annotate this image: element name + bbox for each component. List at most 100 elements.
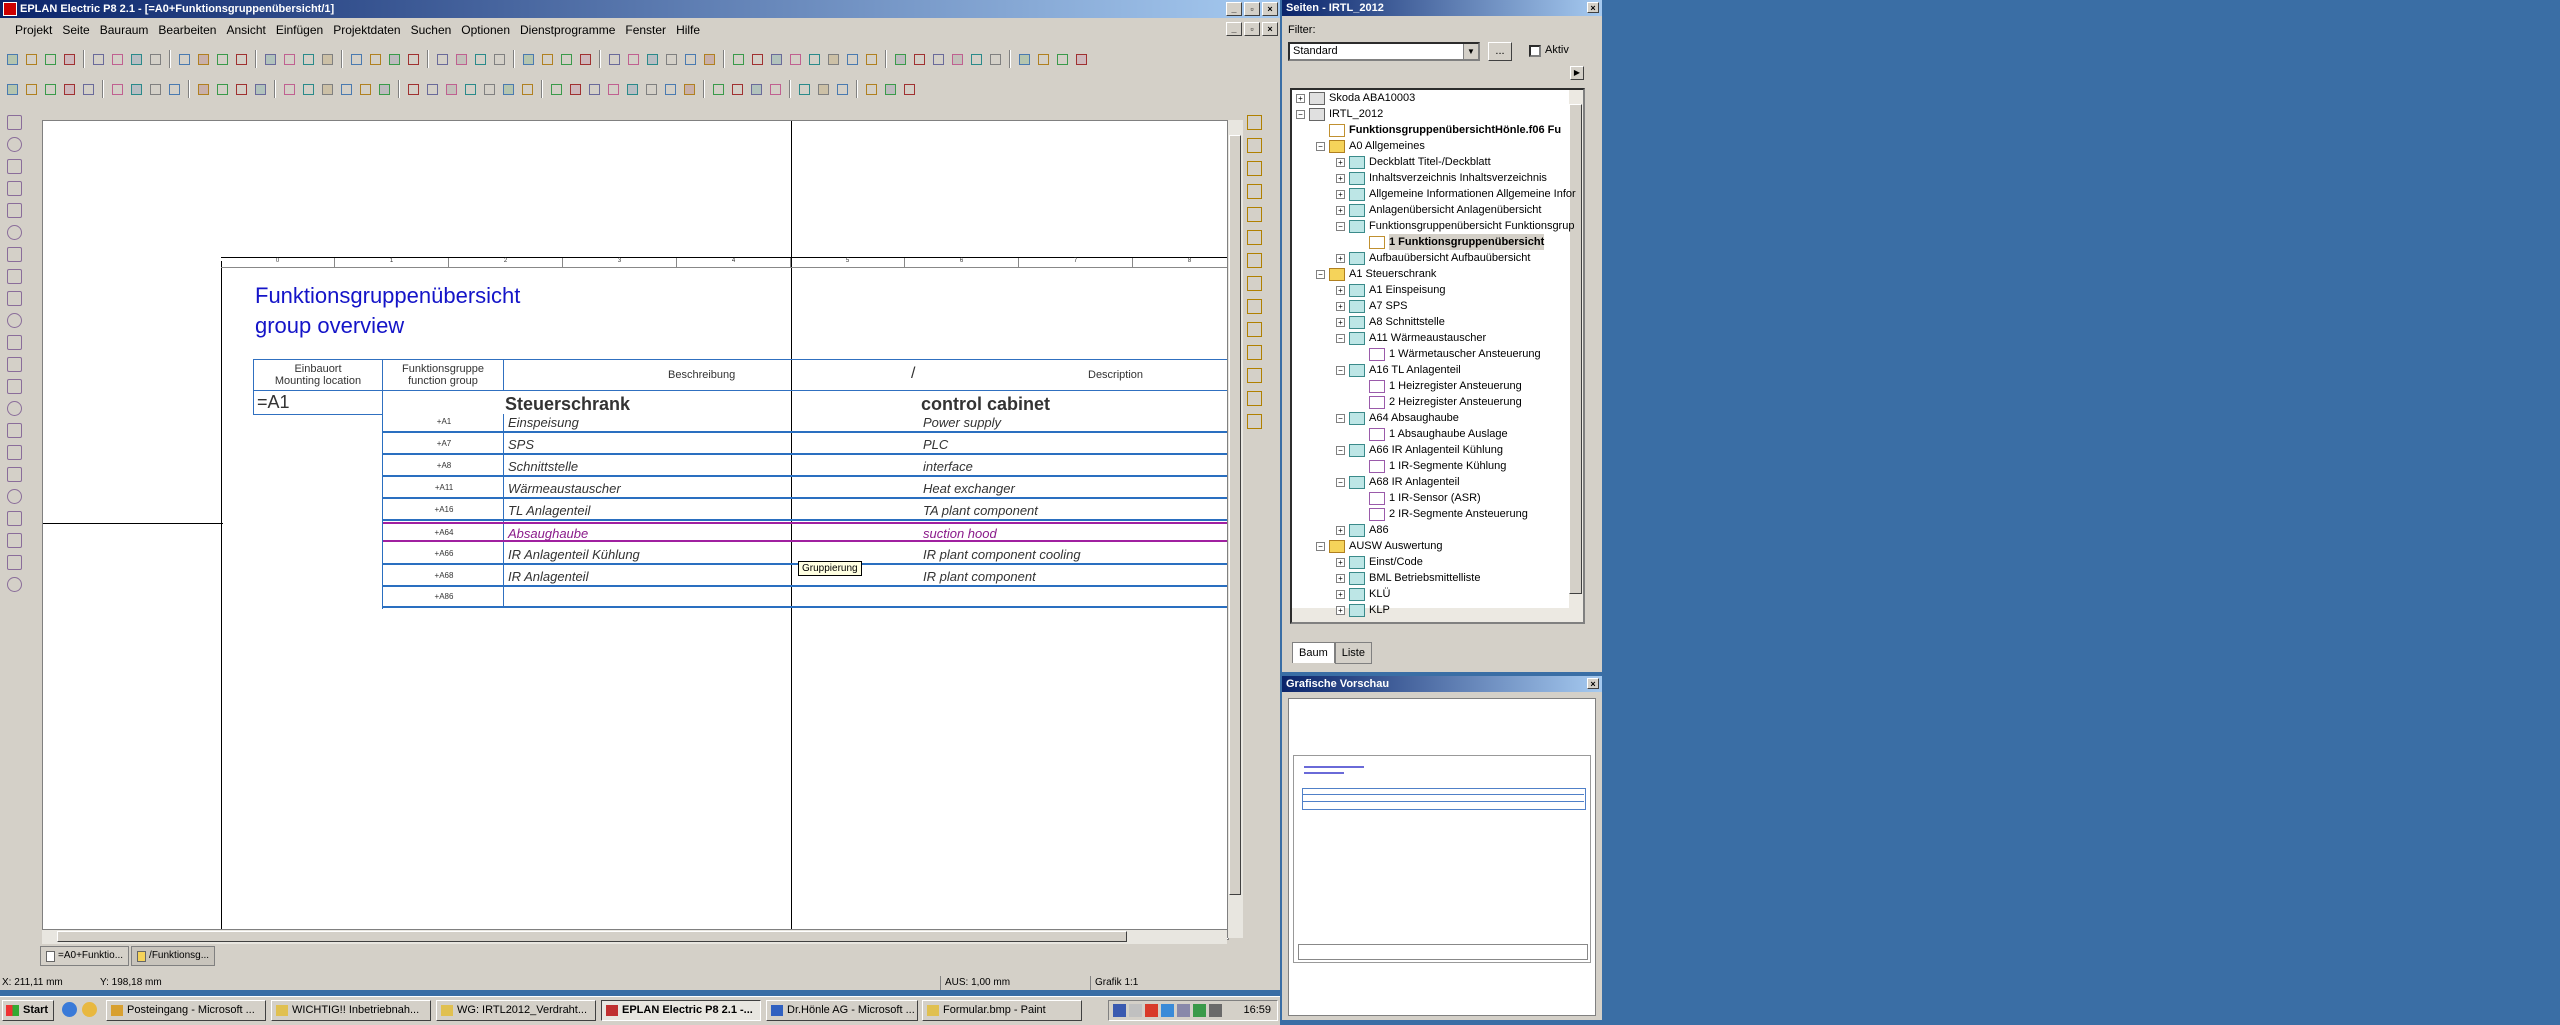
tree-node[interactable]: + Skoda ABA10003 [1296, 90, 1415, 106]
outlook-quicklaunch-icon[interactable] [82, 1002, 97, 1017]
standard-tool-icon[interactable] [434, 51, 451, 68]
edit-tool-icon[interactable] [109, 81, 126, 98]
draw-tool-icon[interactable] [6, 159, 22, 174]
tree-node[interactable]: + Aufbauübersicht Aufbauübersicht [1336, 250, 1530, 266]
standard-tool-icon[interactable] [682, 51, 699, 68]
tree-node[interactable]: 1 IR-Sensor (ASR) [1356, 490, 1481, 506]
tray-icon[interactable] [1161, 1004, 1174, 1017]
edit-tool-icon[interactable] [605, 81, 622, 98]
standard-tool-icon[interactable] [911, 51, 928, 68]
minimize-button[interactable]: _ [1226, 2, 1242, 16]
draw-tool-icon[interactable] [6, 445, 22, 460]
edit-tool-icon[interactable] [901, 81, 918, 98]
start-button[interactable]: Start [2, 1000, 54, 1021]
draw-tool-icon[interactable] [6, 533, 22, 548]
standard-tool-icon[interactable] [768, 51, 785, 68]
standard-tool-icon[interactable] [930, 51, 947, 68]
edit-tool-icon[interactable] [662, 81, 679, 98]
edit-tool-icon[interactable] [147, 81, 164, 98]
edit-tool-icon[interactable] [42, 81, 59, 98]
draw-tool-icon[interactable] [6, 313, 22, 328]
draw-tool-icon[interactable] [6, 247, 22, 262]
tree-node[interactable]: + A86 [1336, 522, 1389, 538]
edit-tool-icon[interactable] [567, 81, 584, 98]
main-title-bar[interactable]: EPLAN Electric P8 2.1 - [=A0+Funktionsgr… [0, 0, 1280, 18]
doc-tab-form[interactable]: /Funktionsg... [131, 946, 216, 966]
expand-icon[interactable]: + [1336, 301, 1345, 311]
panel-scroll-right-button[interactable]: ▶ [1570, 66, 1584, 80]
canvas-vertical-scrollbar[interactable] [1227, 120, 1243, 938]
standard-tool-icon[interactable] [90, 51, 107, 68]
tree-node[interactable]: + A8 Schnittstelle [1336, 314, 1445, 330]
edit-tool-icon[interactable] [882, 81, 899, 98]
symbol-tool-icon[interactable] [1246, 368, 1262, 383]
edit-tool-icon[interactable] [624, 81, 641, 98]
draw-tool-icon[interactable] [6, 115, 22, 130]
draw-tool-icon[interactable] [6, 577, 22, 592]
table-row[interactable]: +A86 [383, 588, 1228, 608]
taskbar-button[interactable]: Formular.bmp - Paint [922, 1000, 1082, 1021]
edit-tool-icon[interactable] [815, 81, 832, 98]
standard-tool-icon[interactable] [577, 51, 594, 68]
standard-tool-icon[interactable] [1054, 51, 1071, 68]
menu-suchen[interactable]: Suchen [406, 23, 457, 37]
edit-tool-icon[interactable] [338, 81, 355, 98]
standard-tool-icon[interactable] [348, 51, 365, 68]
standard-tool-icon[interactable] [147, 51, 164, 68]
standard-tool-icon[interactable] [1016, 51, 1033, 68]
tree-node[interactable]: + A7 SPS [1336, 298, 1408, 314]
draw-tool-icon[interactable] [6, 467, 22, 482]
collapse-icon[interactable]: − [1336, 365, 1345, 375]
symbol-tool-icon[interactable] [1246, 322, 1262, 337]
tree-node[interactable]: − A68 IR Anlagenteil [1336, 474, 1460, 490]
draw-tool-icon[interactable] [6, 291, 22, 306]
standard-tool-icon[interactable] [892, 51, 909, 68]
edit-tool-icon[interactable] [319, 81, 336, 98]
tree-node[interactable]: 2 Heizregister Ansteuerung [1356, 394, 1522, 410]
edit-tool-icon[interactable] [214, 81, 231, 98]
draw-tool-icon[interactable] [6, 511, 22, 526]
edit-tool-icon[interactable] [166, 81, 183, 98]
standard-tool-icon[interactable] [233, 51, 250, 68]
restore-button[interactable]: ▫ [1244, 2, 1260, 16]
draw-tool-icon[interactable] [6, 335, 22, 350]
draw-tool-icon[interactable] [6, 423, 22, 438]
edit-tool-icon[interactable] [357, 81, 374, 98]
expand-icon[interactable]: + [1336, 557, 1345, 567]
menu-dienstprogramme[interactable]: Dienstprogramme [515, 23, 620, 37]
expand-icon[interactable]: + [1336, 205, 1345, 215]
standard-tool-icon[interactable] [987, 51, 1004, 68]
preview-panel-title[interactable]: Grafische Vorschau × [1282, 676, 1602, 692]
ie-quicklaunch-icon[interactable] [62, 1002, 77, 1017]
close-button[interactable]: × [1262, 2, 1278, 16]
tray-icon[interactable] [1209, 1004, 1222, 1017]
standard-tool-icon[interactable] [787, 51, 804, 68]
filter-select[interactable]: Standard ▼ [1288, 42, 1480, 61]
edit-tool-icon[interactable] [281, 81, 298, 98]
standard-tool-icon[interactable] [949, 51, 966, 68]
edit-tool-icon[interactable] [300, 81, 317, 98]
symbol-tool-icon[interactable] [1246, 207, 1262, 222]
table-row[interactable]: +A16 TL Anlagenteil TA plant component [383, 501, 1228, 521]
standard-tool-icon[interactable] [625, 51, 642, 68]
tray-icon[interactable] [1193, 1004, 1206, 1017]
menu-seite[interactable]: Seite [57, 23, 94, 37]
collapse-icon[interactable]: − [1336, 445, 1345, 455]
standard-tool-icon[interactable] [23, 51, 40, 68]
edit-tool-icon[interactable] [80, 81, 97, 98]
standard-tool-icon[interactable] [539, 51, 556, 68]
taskbar-button[interactable]: WG: IRTL2012_Verdraht... [436, 1000, 596, 1021]
draw-tool-icon[interactable] [6, 489, 22, 504]
menu-bearbeiten[interactable]: Bearbeiten [153, 23, 221, 37]
doc-tab-page[interactable]: =A0+Funktio... [40, 946, 130, 966]
edit-tool-icon[interactable] [863, 81, 880, 98]
collapse-icon[interactable]: − [1316, 541, 1325, 551]
standard-tool-icon[interactable] [4, 51, 21, 68]
symbol-tool-icon[interactable] [1246, 345, 1262, 360]
symbol-tool-icon[interactable] [1246, 391, 1262, 406]
canvas-horizontal-scrollbar[interactable] [42, 929, 1227, 944]
edit-tool-icon[interactable] [681, 81, 698, 98]
standard-tool-icon[interactable] [701, 51, 718, 68]
symbol-tool-icon[interactable] [1246, 276, 1262, 291]
edit-tool-icon[interactable] [643, 81, 660, 98]
